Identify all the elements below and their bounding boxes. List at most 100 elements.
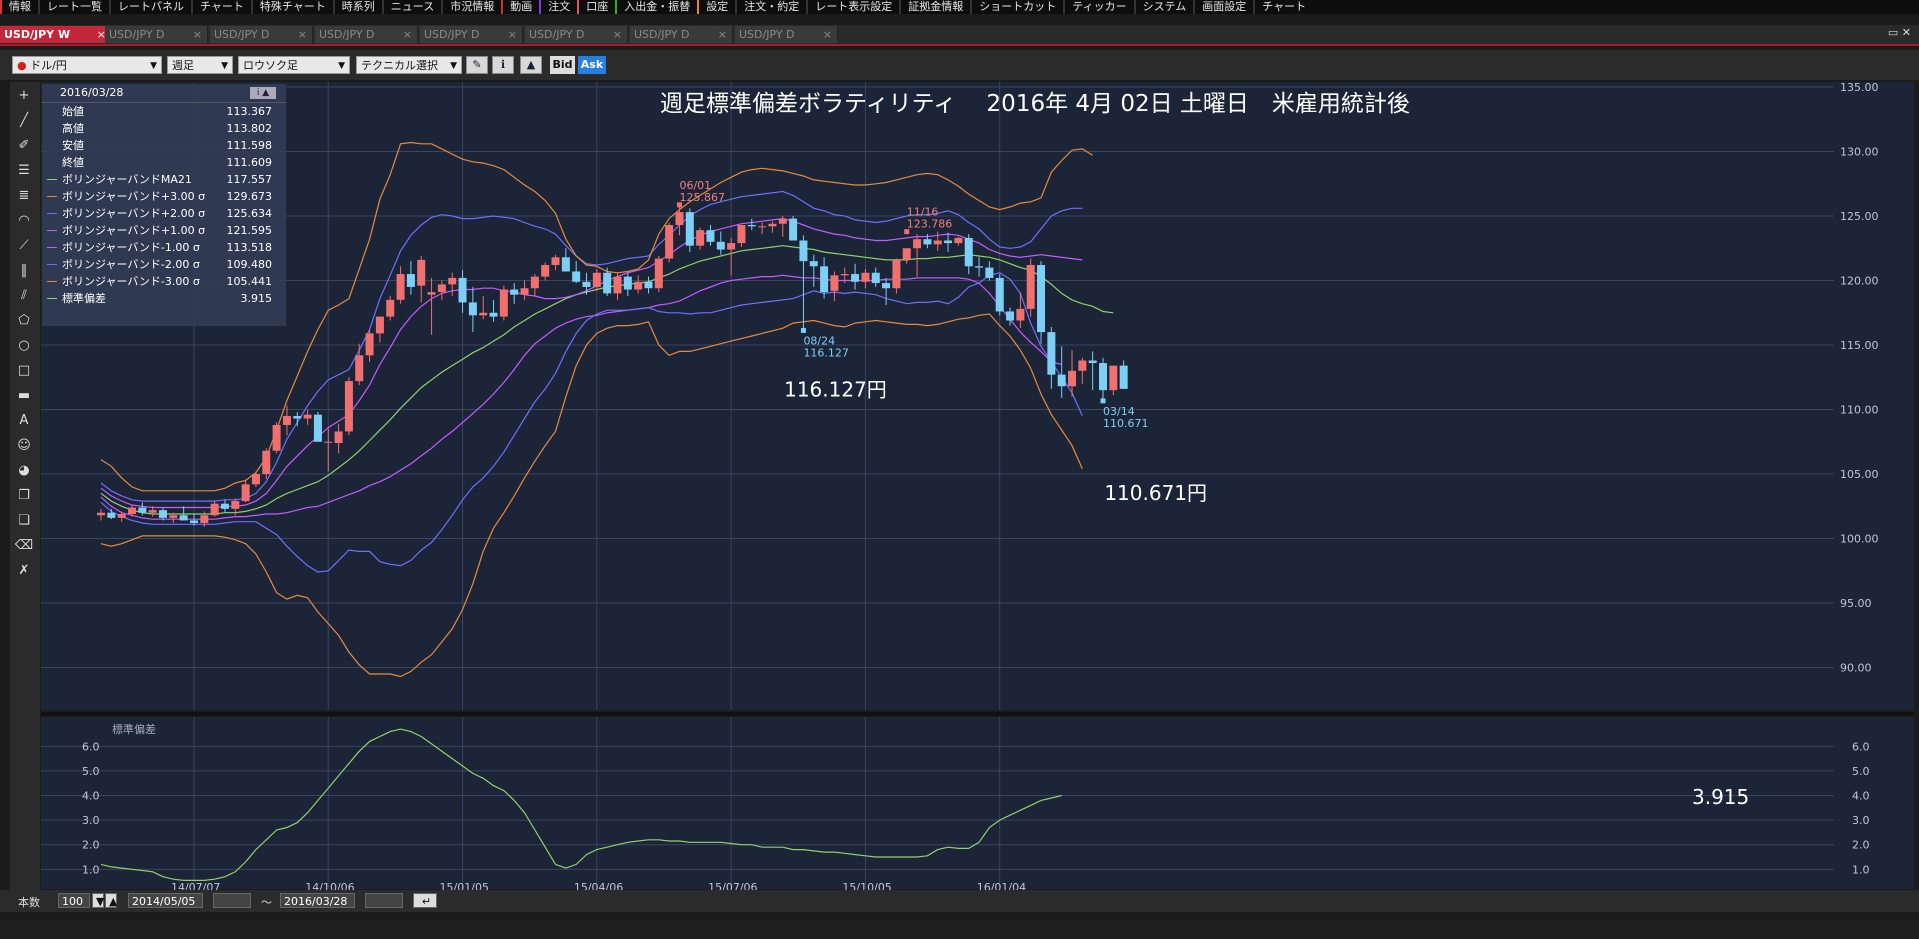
candle-body (799, 240, 808, 262)
candle-body (727, 243, 736, 250)
candle-body (241, 484, 250, 502)
candle-body (334, 431, 343, 444)
info-value: 129.673 (226, 190, 273, 203)
annotation-marker (1100, 398, 1106, 404)
info-value: 109.480 (226, 258, 273, 271)
candle-body (644, 281, 653, 289)
info-label: ボリンジャーバンド+3.00 σ (62, 190, 206, 203)
candle-body (985, 267, 994, 278)
sub-y-tick-left: 3.0 (82, 814, 100, 827)
candle-body (541, 265, 550, 277)
info-panel-toggle-icon[interactable]: i ▲ (250, 87, 276, 99)
candle-body (737, 225, 746, 244)
candle-body (344, 381, 353, 432)
chart-title: 週足標準偏差ボラティリティ 2016年 4月 02日 土曜日 米雇用統計後 (660, 91, 1410, 117)
stddev-last-value: 3.915 (1692, 785, 1749, 809)
series-swatch (47, 230, 57, 231)
apply-icon[interactable]: ↵ (413, 893, 437, 908)
y-tick-label: 110.00 (1840, 404, 1879, 417)
count-up-icon[interactable]: ▲ (105, 893, 117, 908)
annotation-value: 123.786 (907, 218, 953, 231)
sub-y-tick-left: 6.0 (82, 740, 100, 753)
candle-body (665, 225, 674, 259)
candle-body (613, 276, 622, 294)
from-date-input[interactable]: 2014/05/05 (128, 893, 203, 908)
candle-body (975, 266, 984, 268)
candle-body (375, 316, 384, 334)
candle-body (189, 520, 198, 524)
info-label: ボリンジャーバンド-1.00 σ (62, 241, 200, 254)
series-swatch (47, 213, 57, 214)
info-value: 3.915 (240, 292, 273, 305)
sub-y-tick-right: 2.0 (1852, 839, 1870, 852)
info-row: ボリンジャーバンド-1.00 σ 113.518 (42, 239, 286, 256)
candle-body (520, 288, 529, 295)
series-swatch (47, 281, 57, 282)
candle-body (789, 218, 798, 241)
candle-body (582, 281, 591, 287)
candle-body (964, 237, 973, 267)
candle-body (158, 510, 167, 518)
candle-body (592, 272, 601, 287)
candle-body (97, 512, 105, 516)
candle-body (386, 299, 395, 317)
y-tick-label: 135.00 (1840, 81, 1879, 94)
info-value: 113.367 (226, 105, 273, 118)
candle-body (365, 333, 374, 356)
price-callout: 110.671円 (1104, 481, 1207, 505)
candle-body (768, 223, 777, 227)
count-label: 本数 (18, 896, 40, 909)
to-date-input[interactable]: 2016/03/28 (280, 893, 355, 908)
candle-body (685, 212, 694, 246)
sub-chart-label: 標準偏差 (112, 722, 156, 736)
candle-body (706, 230, 715, 242)
candle-body (437, 284, 446, 293)
series-swatch (47, 179, 57, 180)
candle-body (303, 414, 312, 419)
sub-y-tick-right: 5.0 (1852, 765, 1870, 778)
candle-body (406, 274, 415, 287)
series-swatch (47, 264, 57, 265)
sub-y-tick-left: 1.0 (82, 863, 100, 876)
candle-body (1099, 363, 1108, 391)
candle-body (851, 274, 860, 282)
candle-body (117, 513, 126, 518)
status-bar (0, 920, 1919, 939)
info-value: 113.802 (226, 122, 273, 135)
info-label: ボリンジャーバンド-3.00 σ (62, 275, 200, 288)
candle-body (902, 248, 911, 260)
info-value: 111.609 (226, 156, 273, 169)
candle-body (220, 503, 229, 509)
to-time-input[interactable] (365, 893, 403, 908)
candle-body (675, 212, 684, 226)
info-value: 125.634 (226, 207, 273, 220)
candle-body (427, 292, 436, 295)
info-row: ボリンジャーバンド+1.00 σ 121.595 (42, 222, 286, 239)
info-row: ボリンジャーバンド-2.00 σ 109.480 (42, 256, 286, 273)
candle-body (892, 259, 901, 289)
candle-body (417, 259, 426, 286)
count-input[interactable]: 100 (58, 893, 90, 908)
candle-body (313, 414, 322, 442)
candle-body (489, 312, 498, 317)
info-row: ボリンジャーバンド+2.00 σ 125.634 (42, 205, 286, 222)
info-value: 113.518 (226, 241, 273, 254)
candle-body (758, 226, 767, 228)
info-label: 安値 (62, 139, 84, 152)
y-tick-label: 125.00 (1840, 210, 1879, 223)
from-time-input[interactable] (213, 893, 251, 908)
candle-body (169, 515, 178, 518)
candle-body (551, 257, 560, 266)
info-panel-date: 2016/03/28 (60, 86, 124, 99)
candle-body (654, 258, 663, 289)
candle-body (107, 512, 116, 518)
candle-body (747, 225, 756, 227)
candle-body (634, 281, 643, 290)
info-row: ボリンジャーバンド+3.00 σ 129.673 (42, 188, 286, 205)
candle-body (231, 501, 240, 509)
count-down-icon[interactable]: ▼ (92, 893, 104, 908)
candle-body (458, 277, 467, 303)
info-value: 105.441 (226, 275, 273, 288)
candle-body (355, 355, 364, 382)
info-row: 高値 113.802 (42, 120, 286, 137)
